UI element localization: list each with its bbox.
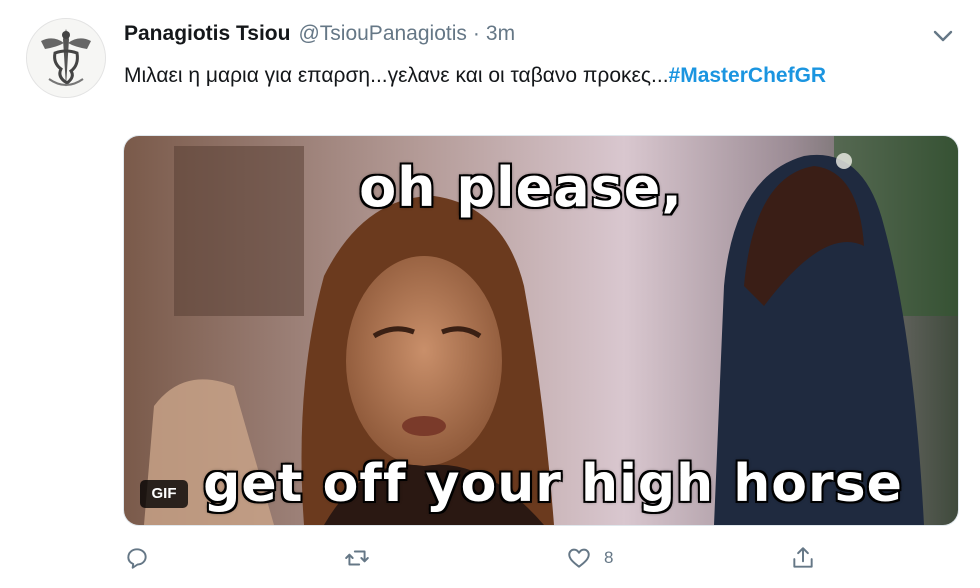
retweet-button[interactable]	[344, 540, 370, 576]
gif-caption-bottom: get off your high horse	[203, 454, 903, 514]
like-count: 8	[604, 548, 614, 567]
gif-badge: GIF	[140, 480, 188, 508]
timestamp[interactable]: 3m	[486, 22, 515, 46]
retweet-icon	[345, 550, 369, 566]
reply-icon	[127, 548, 147, 569]
display-name[interactable]: Panagiotis Tsiou	[124, 22, 290, 46]
hashtag-link[interactable]: #MasterChefGR	[669, 64, 827, 87]
avatar[interactable]	[26, 18, 106, 98]
avatar-emblem-icon	[27, 19, 105, 97]
tweet-header: Panagiotis Tsiou @TsiouPanagiotis · 3m	[124, 22, 515, 52]
heart-icon	[568, 548, 590, 568]
more-options-button[interactable]	[930, 26, 956, 46]
gif-caption-top: oh please,	[359, 156, 683, 219]
separator-dot: ·	[472, 22, 480, 45]
user-handle[interactable]: @TsiouPanagiotis	[298, 22, 466, 46]
reply-button[interactable]	[124, 540, 150, 576]
like-button[interactable]: 8	[566, 540, 613, 576]
chevron-down-icon	[933, 30, 953, 42]
tweet-body: Μιλαει η μαρια για επαρση...γελανε και ο…	[124, 64, 669, 87]
tweet[interactable]: Panagiotis Tsiou @TsiouPanagiotis · 3m Μ…	[0, 0, 980, 588]
tweet-actions: 8	[0, 540, 980, 576]
gif-media[interactable]: oh please, get off your high horse GIF	[123, 135, 959, 526]
share-icon	[793, 547, 813, 568]
share-button[interactable]	[790, 540, 816, 576]
tweet-text: Μιλαει η μαρια για επαρση...γελανε και ο…	[124, 60, 884, 92]
